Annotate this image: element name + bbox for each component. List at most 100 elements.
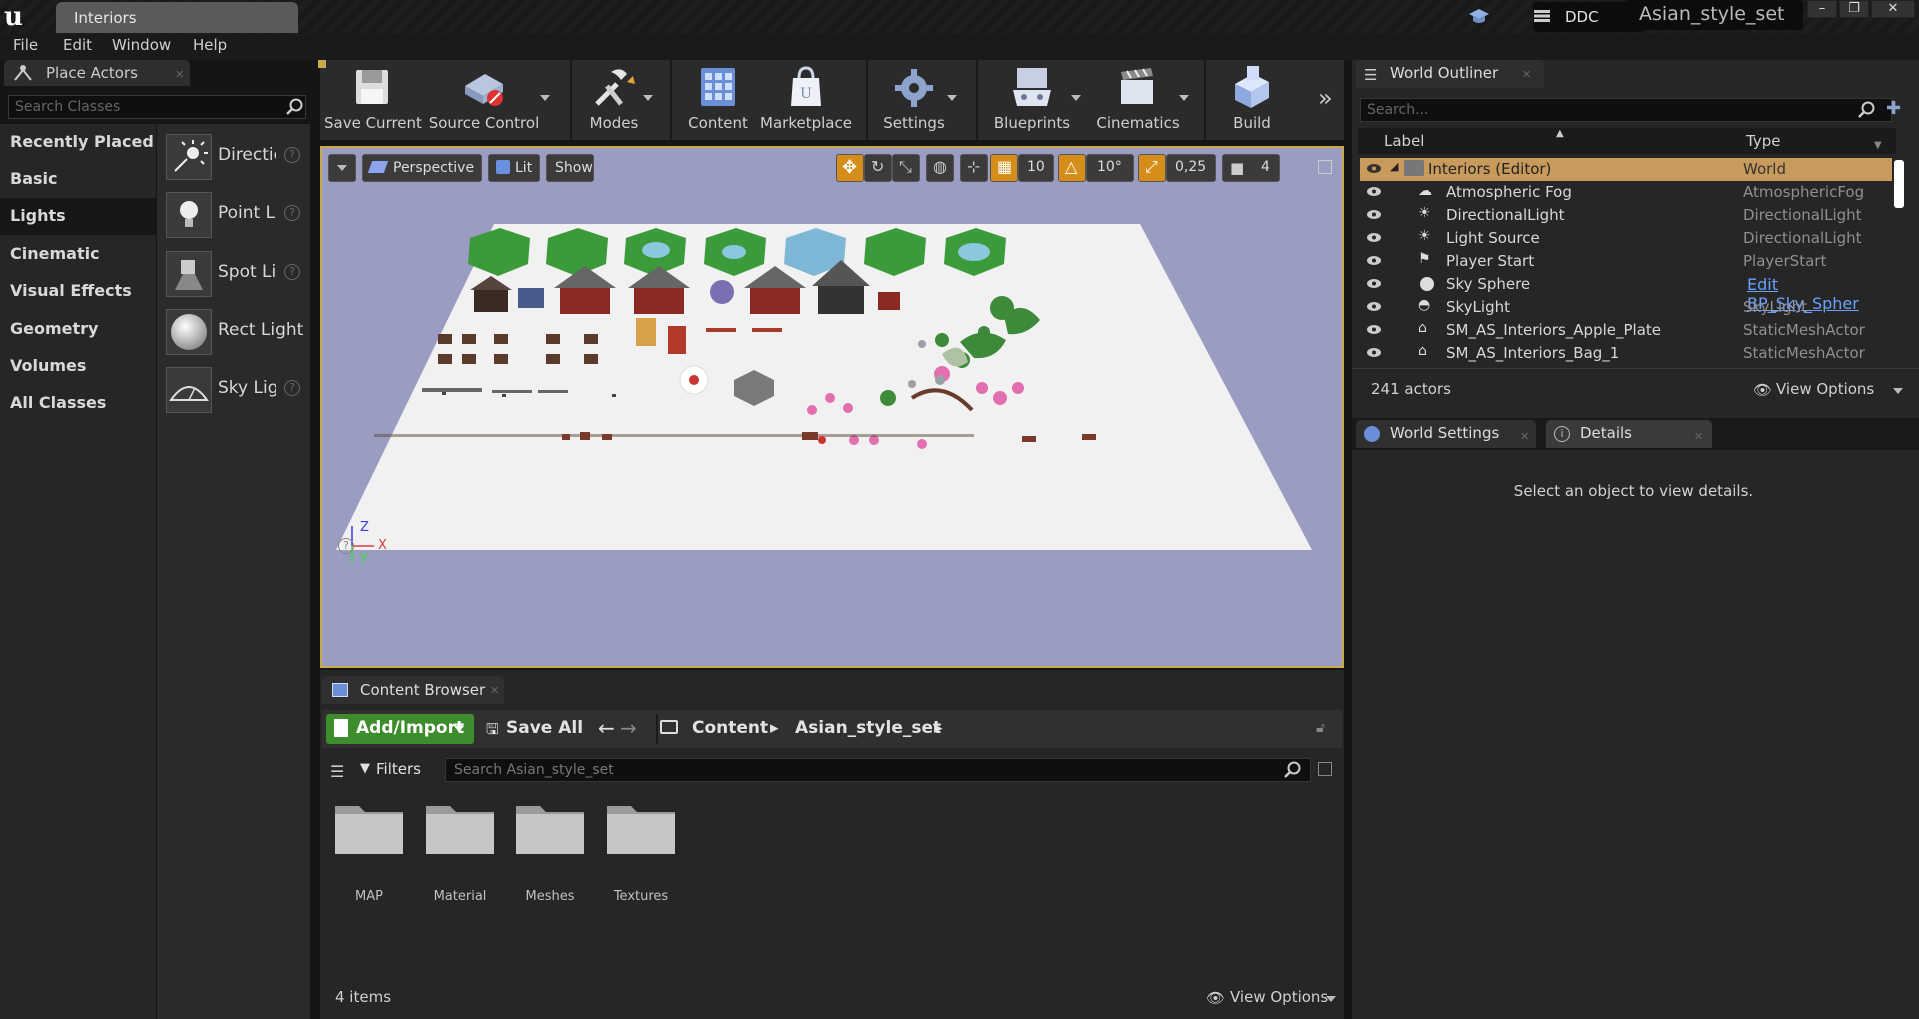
learn-icon[interactable] [1466,6,1492,28]
search-icon[interactable] [1858,101,1876,119]
breadcrumb-asian-style-set[interactable]: Asian_style_set [795,718,941,738]
cinematics-dropdown-icon[interactable] [1179,95,1189,101]
visibility-eye-icon[interactable] [1366,347,1382,358]
content-browser-close-icon[interactable]: ✕ [490,684,499,697]
settings-dropdown-icon[interactable] [947,95,957,101]
world-local-button[interactable]: ◍ [926,154,954,182]
details-close-icon[interactable]: ✕ [1694,430,1703,443]
folder-material[interactable] [424,800,496,856]
grid-snap-toggle[interactable]: ▦ [990,154,1018,182]
outliner-row[interactable]: ☀ Light Source DirectionalLight [1360,227,1892,250]
build-button[interactable]: Build [1212,60,1292,140]
world-settings-close-icon[interactable]: ✕ [1520,430,1529,443]
outliner-close-icon[interactable]: ✕ [1522,68,1531,81]
category-basic[interactable]: Basic [0,161,156,198]
search-icon[interactable] [1284,761,1302,779]
category-recently-placed[interactable]: Recently Placed [0,124,156,161]
show-button[interactable]: Show [546,154,594,182]
menu-help[interactable]: Help [193,36,227,54]
outliner-row[interactable]: ☀ DirectionalLight DirectionalLight [1360,204,1892,227]
outliner-row[interactable]: ⌂ SM_AS_Interiors_Bag_1 StaticMeshActor [1360,342,1892,365]
outliner-row[interactable]: ◓ SkyLight SkyLight [1360,296,1892,319]
column-dropdown-icon[interactable]: ▼ [1874,140,1882,151]
content-button[interactable]: Content [678,60,758,140]
minimize-button[interactable]: – [1807,0,1837,18]
visibility-eye-icon[interactable] [1366,209,1382,220]
outliner-scrollbar[interactable] [1894,160,1904,208]
visibility-eye-icon[interactable] [1366,255,1382,266]
actor-rect-light[interactable]: Rect Light [162,306,307,358]
lock-icon[interactable]: 🔓︎ [1316,720,1325,736]
save-current-button[interactable]: Save Current [324,60,422,140]
breadcrumb-content[interactable]: Content [692,718,768,738]
grid-snap-value[interactable]: 10 [1018,154,1054,182]
visibility-eye-icon[interactable] [1366,232,1382,243]
outliner-search-input[interactable]: Search... [1360,98,1892,122]
back-arrow-icon[interactable]: ← [598,716,615,740]
outliner-row[interactable]: ⚑ Player Start PlayerStart [1360,250,1892,273]
scale-snap-value[interactable]: 0,25 [1166,154,1216,182]
outliner-row[interactable]: ☁ Atmospheric Fog AtmosphericFog [1360,181,1892,204]
visibility-eye-icon[interactable] [1366,301,1382,312]
maximize-viewport-icon[interactable] [1318,160,1332,174]
category-visual-effects[interactable]: Visual Effects [0,273,156,310]
category-geometry[interactable]: Geometry [0,311,156,348]
viewport-options-button[interactable] [328,154,356,182]
cinematics-button[interactable]: Cinematics [1092,60,1184,140]
visibility-eye-icon[interactable] [1366,163,1382,174]
modes-button[interactable]: Modes [574,60,654,140]
blueprints-dropdown-icon[interactable] [1071,95,1081,101]
column-type-header[interactable]: Type [1746,132,1780,150]
details-tab[interactable]: Details [1546,420,1712,448]
help-icon[interactable]: ? [284,264,300,280]
menu-file[interactable]: File [13,36,38,54]
category-lights[interactable]: Lights [0,198,156,235]
rotation-snap-toggle[interactable]: △ [1058,154,1086,182]
search-classes-input[interactable]: Search Classes [8,95,306,119]
sources-panel-icon[interactable]: ☰ [330,762,344,781]
category-volumes[interactable]: Volumes [0,348,156,385]
content-browser-tab[interactable]: Content Browser [322,676,504,704]
maximize-button[interactable]: ❐ [1839,0,1869,18]
menu-edit[interactable]: Edit [63,36,92,54]
expand-arrow-icon[interactable]: ◢ [1390,160,1398,173]
search-icon[interactable] [286,98,304,116]
scale-mode-button[interactable]: ⤡ [892,154,920,182]
actor-spot-light[interactable]: Spot Lic ? [162,248,307,300]
help-icon[interactable]: ? [284,205,300,221]
world-outliner-tab[interactable]: World Outliner [1356,60,1544,88]
level-tab[interactable]: Interiors [56,2,298,33]
menu-window[interactable]: Window [112,36,171,54]
content-search-input[interactable]: Search Asian_style_set [445,758,1311,782]
folder-meshes[interactable] [514,800,586,856]
visibility-eye-icon[interactable] [1366,324,1382,335]
translate-mode-button[interactable]: ✥ [836,154,864,182]
outliner-row-world[interactable]: ◢ Interiors (Editor) World [1360,158,1892,181]
column-label-header[interactable]: Label [1384,132,1424,150]
settings-button[interactable]: Settings [870,60,958,140]
place-actors-close-icon[interactable]: ✕ [175,68,184,81]
rotate-mode-button[interactable]: ↻ [864,154,892,182]
visibility-eye-icon[interactable] [1366,186,1382,197]
outliner-row[interactable]: ⌂ SM_AS_Interiors_Apple_Plate StaticMesh… [1360,319,1892,342]
forward-arrow-icon[interactable]: → [620,716,637,740]
help-icon[interactable]: ? [284,380,300,396]
create-folder-icon[interactable]: ✚ [1886,98,1901,119]
folder-map[interactable] [333,800,405,856]
actor-sky-light[interactable]: Sky Lig ? [162,364,307,416]
blueprints-button[interactable]: Blueprints [988,60,1076,140]
help-icon[interactable]: ? [284,147,300,163]
add-import-button[interactable]: Add/Import [326,714,474,744]
world-settings-tab[interactable]: World Settings [1356,420,1536,448]
category-all-classes[interactable]: All Classes [0,385,156,422]
actor-point-light[interactable]: Point Li ? [162,189,307,241]
surface-snap-button[interactable]: ⊹ [960,154,988,182]
source-control-button[interactable]: Source Control [424,60,544,140]
source-control-dropdown-icon[interactable] [540,95,550,101]
actor-directional-light[interactable]: Directic ? [162,131,307,183]
save-search-icon[interactable] [1318,762,1332,776]
viewport-help-icon[interactable]: ? [338,538,354,554]
category-cinematic[interactable]: Cinematic [0,236,156,273]
outliner-view-options-button[interactable]: View Options [1776,380,1874,398]
visibility-eye-icon[interactable] [1366,278,1382,289]
